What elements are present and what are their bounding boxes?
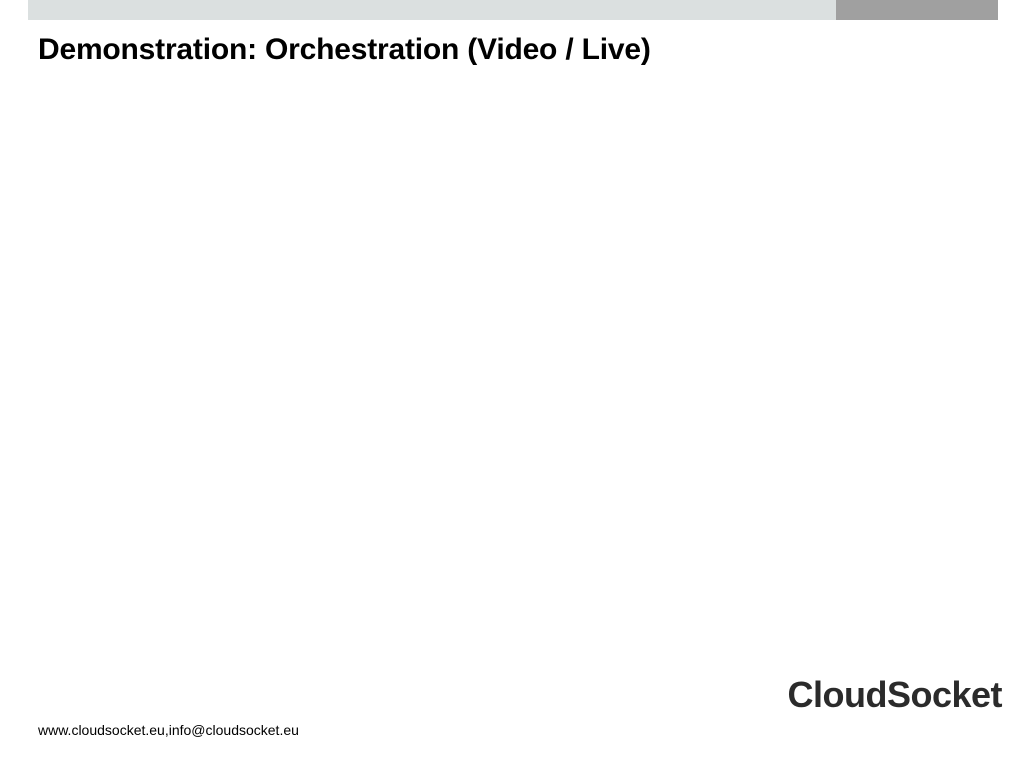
top-bar: [28, 0, 998, 20]
slide-title: Demonstration: Orchestration (Video / Li…: [38, 33, 651, 67]
brand-logo: CloudSocket: [787, 674, 1002, 716]
footer-contact-text: www.cloudsocket.eu,info@cloudsocket.eu: [38, 722, 299, 738]
top-bar-left-segment: [28, 0, 836, 20]
top-bar-right-segment: [836, 0, 998, 20]
